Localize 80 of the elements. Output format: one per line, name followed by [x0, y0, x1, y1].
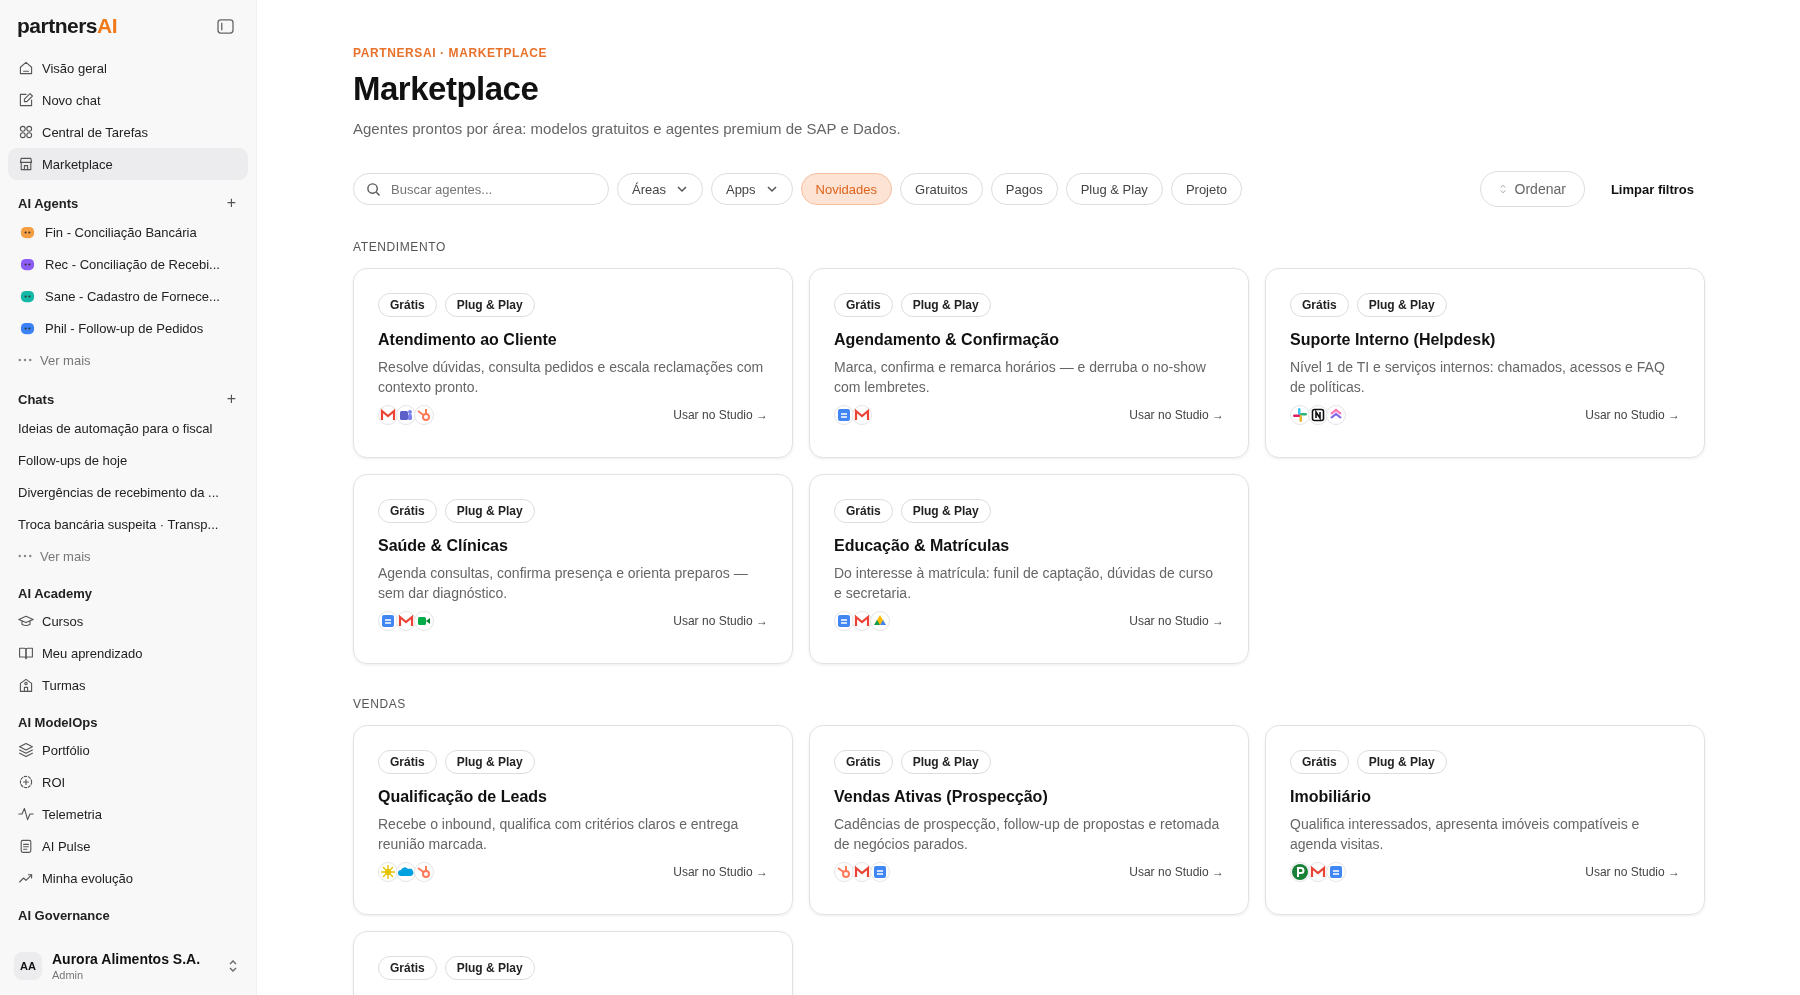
nav-item[interactable]: Cursos [8, 605, 248, 637]
filter-chip[interactable]: Gratuitos [900, 173, 983, 205]
page-title: Marketplace [353, 70, 540, 108]
logo: partnersAI [17, 14, 118, 38]
filter-dropdown[interactable]: Apps [710, 173, 793, 205]
section-title: AI ModelOps [18, 715, 98, 730]
breadcrumb: PARTNERSAI · MARKETPLACE [353, 46, 549, 60]
chat-item[interactable]: Ideias de automação para o fiscal [8, 412, 248, 444]
nav-item[interactable]: Novo chat [8, 84, 248, 116]
agent-card[interactable]: Grátis Plug & Play Qualificação de Leads Recebe o inbound, qualifica com critérios claros e entrega reunião marcada. Usar no Studio → [353, 725, 793, 915]
chat-item[interactable]: Divergências de recebimento da ... [8, 476, 248, 508]
use-in-studio-link[interactable]: Usar no Studio → [1585, 865, 1680, 879]
add-chat-button[interactable]: + [226, 390, 236, 408]
see-more-link[interactable]: Ver mais [8, 344, 248, 376]
agent-card[interactable]: Grátis Plug & Play Agendamento & Confirmação Marca, confirma e remarca horários — e derruba o no-show com lembretes. Usar no Studio → [809, 268, 1249, 458]
agent-item[interactable]: Fin - Conciliação Bancária [8, 216, 248, 248]
nav-item[interactable]: Portfólio [8, 734, 248, 766]
use-in-studio-link[interactable]: Usar no Studio → [673, 614, 768, 628]
add-agent-button[interactable]: + [226, 194, 236, 212]
card-description: Agenda consultas, confirma presença e orienta preparos — sem dar diagnóstico. [378, 564, 749, 603]
page-subtitle: Agentes prontos por área: modelos gratuitos e agentes premium de SAP e Dados. [353, 120, 902, 137]
card-title: Suporte Interno (Helpdesk) [1290, 331, 1497, 349]
filter-chip[interactable]: Plug & Play [1065, 173, 1163, 205]
agent-card[interactable]: Grátis Plug & Play Atendimento ao Cliente Resolve dúvidas, consulta pedidos e escala reclamações com contexto pronto. Usar no Studio → [353, 268, 793, 458]
use-in-studio-link[interactable]: Usar no Studio → [1129, 408, 1224, 422]
agent-item[interactable]: Sane - Cadastro de Fornece... [8, 280, 248, 312]
nav-item[interactable]: Visão geral [8, 52, 248, 84]
agent-card[interactable]: Grátis Plug & Play Imobiliário Qualifica interessados, apresenta imóveis compatíveis e agenda visitas. Usar no Studio → [1265, 725, 1705, 915]
agent-card[interactable]: Grátis Plug & Play [353, 931, 793, 995]
agent-card[interactable]: Grátis Plug & Play Educação & Matrículas Do interesse à matrícula: funil de captação, dúvidas de curso e secretaria. Usar no Studio → [809, 474, 1249, 664]
nav-item[interactable]: Turmas [8, 669, 248, 701]
card-title: Vendas Ativas (Prospecção) [834, 788, 1049, 806]
use-in-studio-link[interactable]: Usar no Studio → [1585, 408, 1680, 422]
filter-chip[interactable]: Projeto [1170, 173, 1243, 205]
nav-item[interactable]: Meu aprendizado [8, 637, 248, 669]
card-description: Do interesse à matrícula: funil de captação, dúvidas de curso e secretaria. [834, 564, 1214, 603]
chat-item[interactable]: Follow-ups de hoje [8, 444, 248, 476]
agent-card[interactable]: Grátis Plug & Play Suporte Interno (Helpdesk) Nível 1 de TI e serviços internos: chamados, acessos e FAQ de políticas. Usar no Studio → [1265, 268, 1705, 458]
card-description: Qualifica interessados, apresenta imóveis compatíveis e agenda visitas. [1290, 815, 1641, 854]
nav-item[interactable]: Marketplace [8, 148, 248, 180]
agent-card[interactable]: Grátis Plug & Play Vendas Ativas (Prospecção) Cadências de prospecção, follow-up de propostas e retomada de negócios parados. Usar no Studio → [809, 725, 1249, 915]
card-title: Saúde & Clínicas [378, 537, 509, 555]
nav-item[interactable]: Minha evolução [8, 862, 248, 894]
agent-item[interactable]: Rec - Conciliação de Recebi... [8, 248, 248, 280]
card-title: Imobiliário [1290, 788, 1372, 806]
use-in-studio-link[interactable]: Usar no Studio → [1129, 614, 1224, 628]
card-description: Marca, confirma e remarca horários — e derruba o no-show com lembretes. [834, 358, 1207, 397]
chat-item[interactable]: Troca bancária suspeita · Transp... [8, 508, 248, 540]
card-description: Recebe o inbound, qualifica com critérios claros e entrega reunião marcada. [378, 815, 740, 854]
use-in-studio-link[interactable]: Usar no Studio → [1129, 865, 1224, 879]
nav-item[interactable]: ROI [8, 766, 248, 798]
account-name: Aurora Alimentos S.A. [52, 951, 202, 967]
see-more-link[interactable]: Ver mais [8, 540, 248, 572]
section-heading: VENDAS [353, 697, 407, 711]
search-field[interactable]: Buscar agentes... [353, 173, 609, 205]
section-title: AI Governance [18, 908, 110, 923]
agent-card[interactable]: Grátis Plug & Play Saúde & Clínicas Agenda consultas, confirma presença e orienta preparos — sem dar diagnóstico. Usar no Studio → [353, 474, 793, 664]
card-description: Cadências de prospecção, follow-up de propostas e retomada de negócios parados. [834, 815, 1221, 854]
card-description: Nível 1 de TI e serviços internos: chamados, acessos e FAQ de políticas. [1290, 358, 1666, 397]
agent-item[interactable]: Phil - Follow-up de Pedidos [8, 312, 248, 344]
filter-chip[interactable]: Pagos [990, 173, 1058, 205]
nav-item[interactable]: Telemetria [8, 798, 248, 830]
section-title: Chats [18, 391, 55, 407]
nav-item[interactable]: Central de Tarefas [8, 116, 248, 148]
account-role: Admin [52, 969, 85, 981]
use-in-studio-link[interactable]: Usar no Studio → [673, 408, 768, 422]
card-title: Atendimento ao Cliente [378, 331, 558, 349]
card-title: Agendamento & Confirmação [834, 331, 1060, 349]
section-heading: ATENDIMENTO [353, 240, 447, 254]
card-description: Resolve dúvidas, consulta pedidos e escala reclamações com contexto pronto. [378, 358, 765, 397]
card-title: Educação & Matrículas [834, 537, 1011, 555]
card-title: Qualificação de Leads [378, 788, 548, 806]
clear-filters-button[interactable]: Limpar filtros [1600, 181, 1704, 197]
filter-dropdown[interactable]: Áreas [617, 173, 703, 205]
nav-item[interactable]: AI Pulse [8, 830, 248, 862]
section-title: AI Academy [18, 586, 92, 601]
use-in-studio-link[interactable]: Usar no Studio → [673, 865, 768, 879]
avatar: AA [14, 952, 42, 980]
sort-button[interactable]: Ordenar [1479, 171, 1585, 207]
section-title: AI Agents [18, 195, 79, 211]
